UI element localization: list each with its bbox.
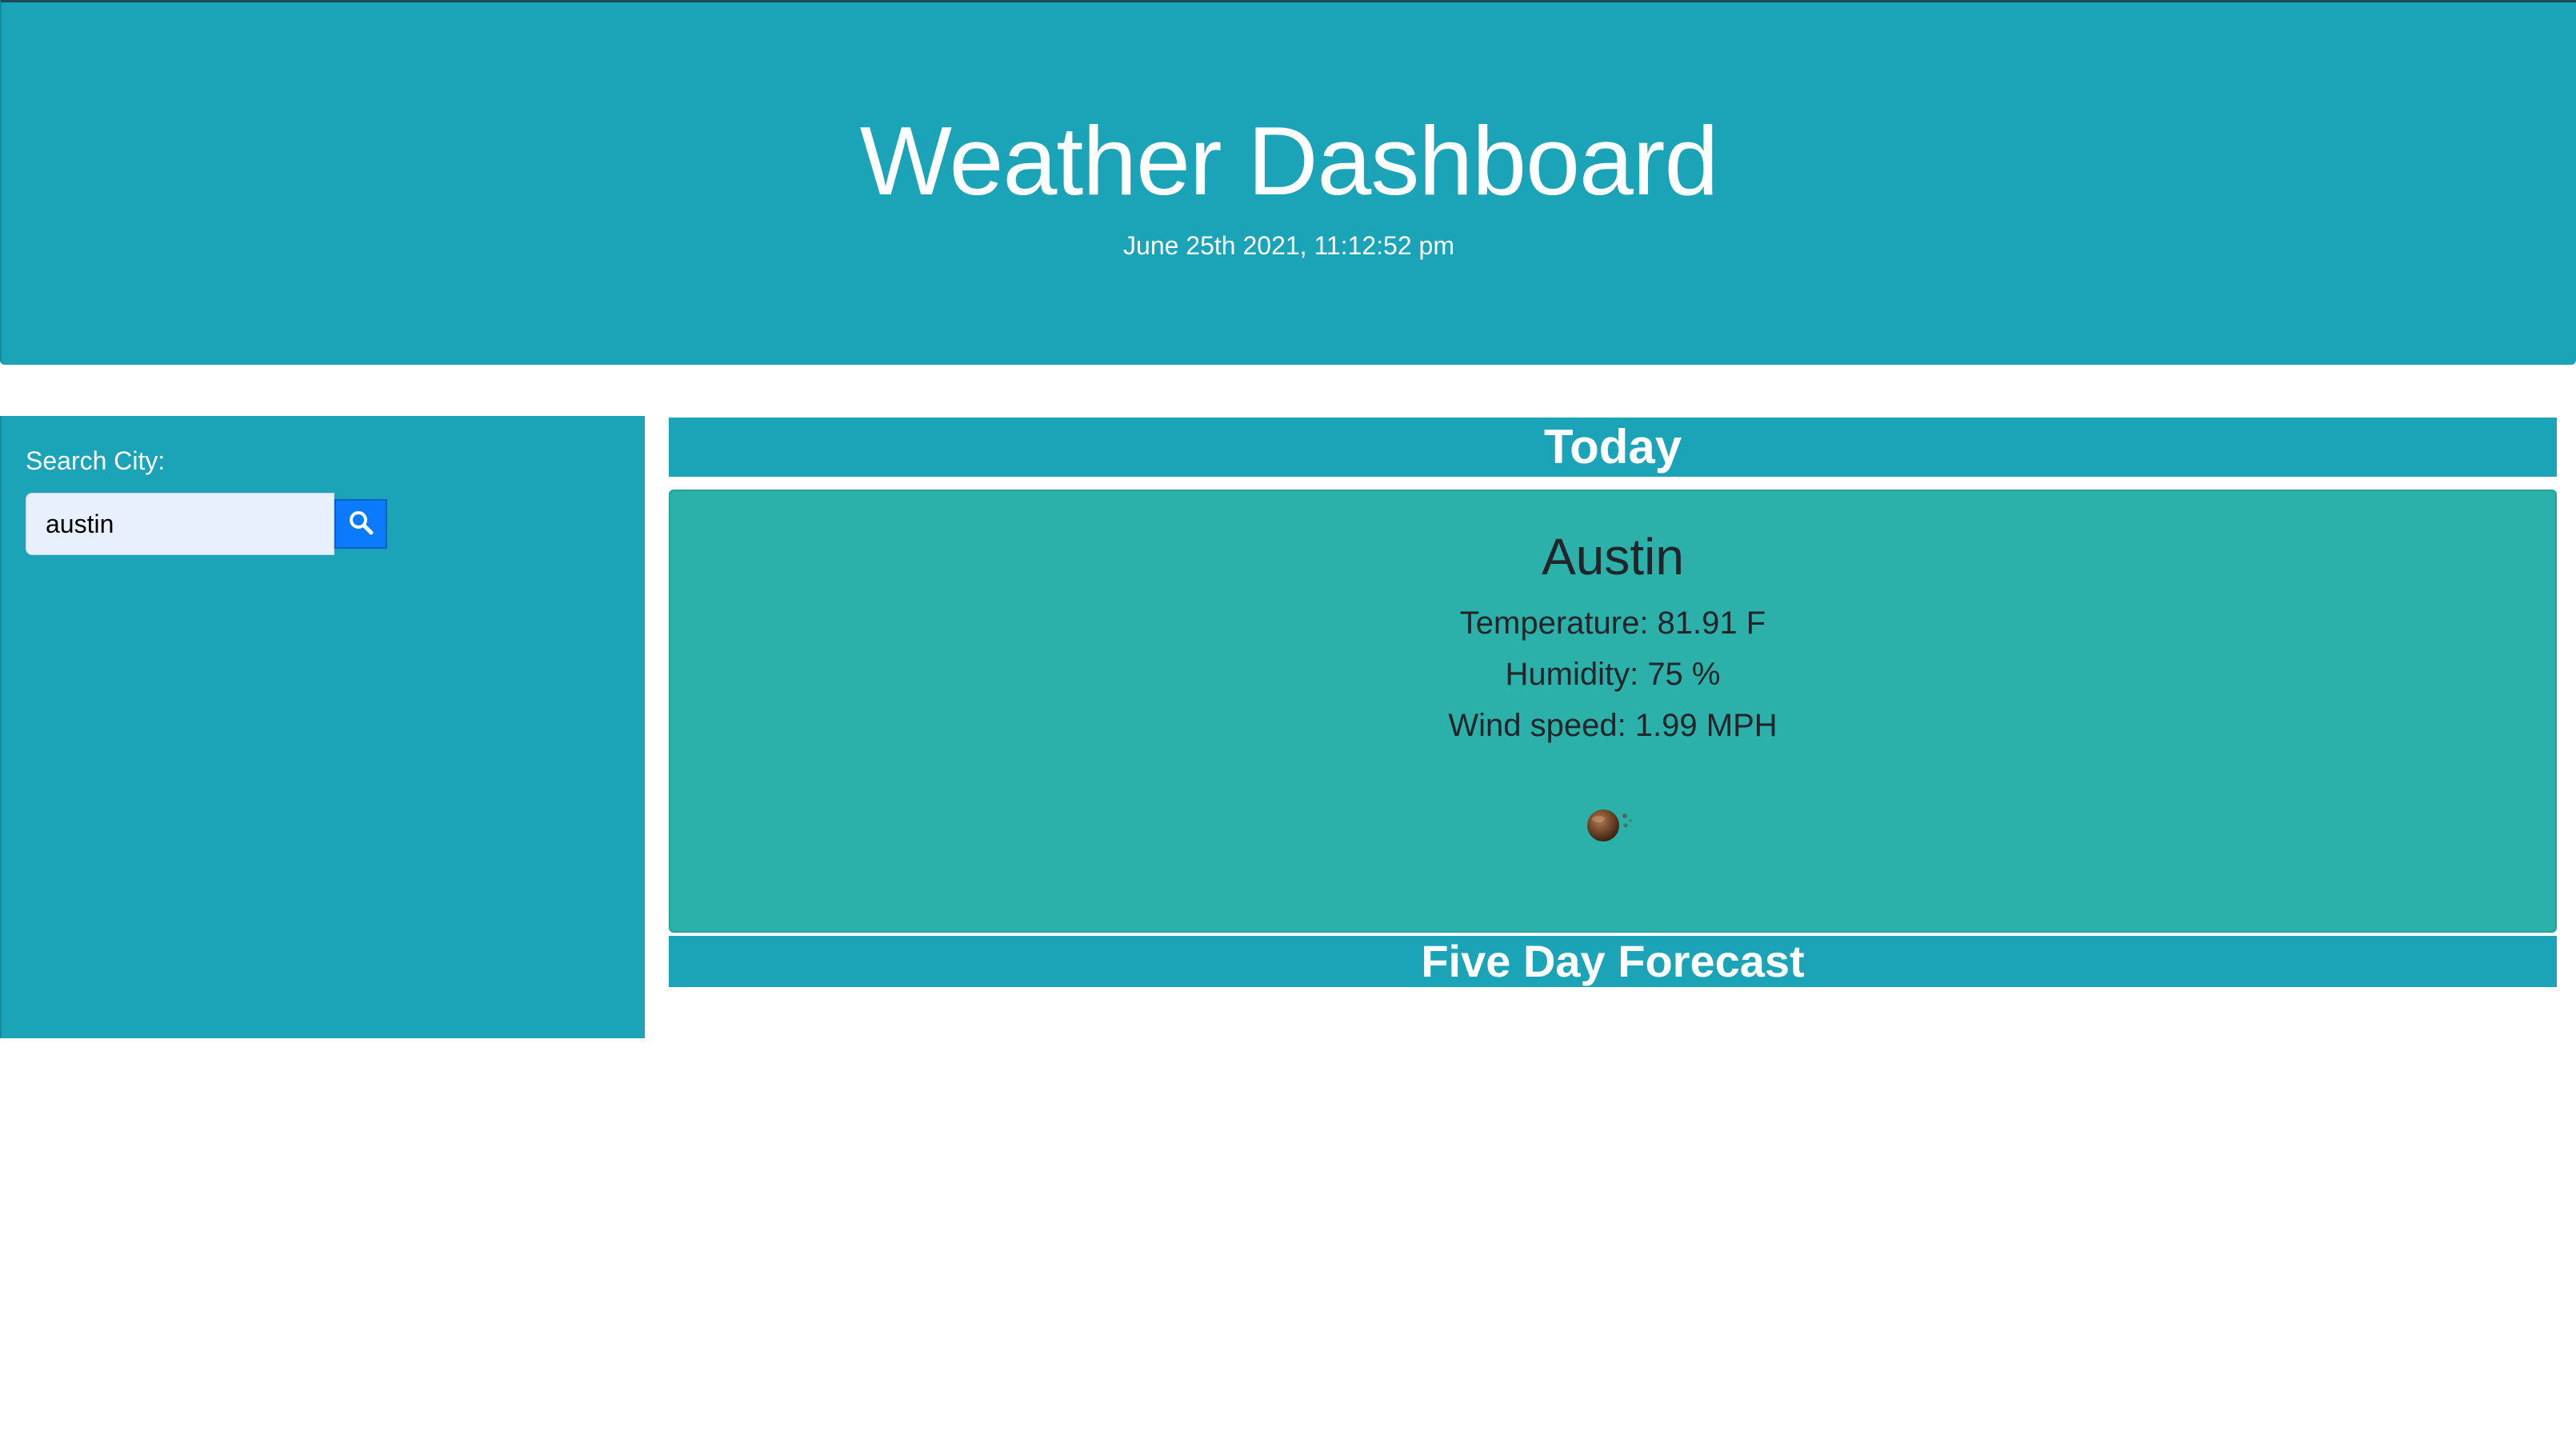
city-name: Austin [1542,528,1684,586]
search-button[interactable] [334,499,387,549]
search-city-input[interactable] [26,493,334,555]
humidity-text: Humidity: 75 % [1505,657,1721,692]
search-icon [347,509,374,540]
current-datetime: June 25th 2021, 11:12:52 pm [1123,231,1454,260]
weather-condition-icon [1581,805,1637,845]
five-day-forecast-heading: Five Day Forecast [669,936,2557,987]
page-title: Weather Dashboard [859,106,1719,215]
current-weather-card: Austin Temperature: 81.91 F Humidity: 75… [669,490,2557,933]
search-city-label: Search City: [26,446,166,475]
header-banner: Weather Dashboard June 25th 2021, 11:12:… [0,0,2576,365]
wind-speed-text: Wind speed: 1.99 MPH [1448,708,1778,743]
today-heading: Today [669,418,2557,477]
temperature-text: Temperature: 81.91 F [1459,606,1766,641]
